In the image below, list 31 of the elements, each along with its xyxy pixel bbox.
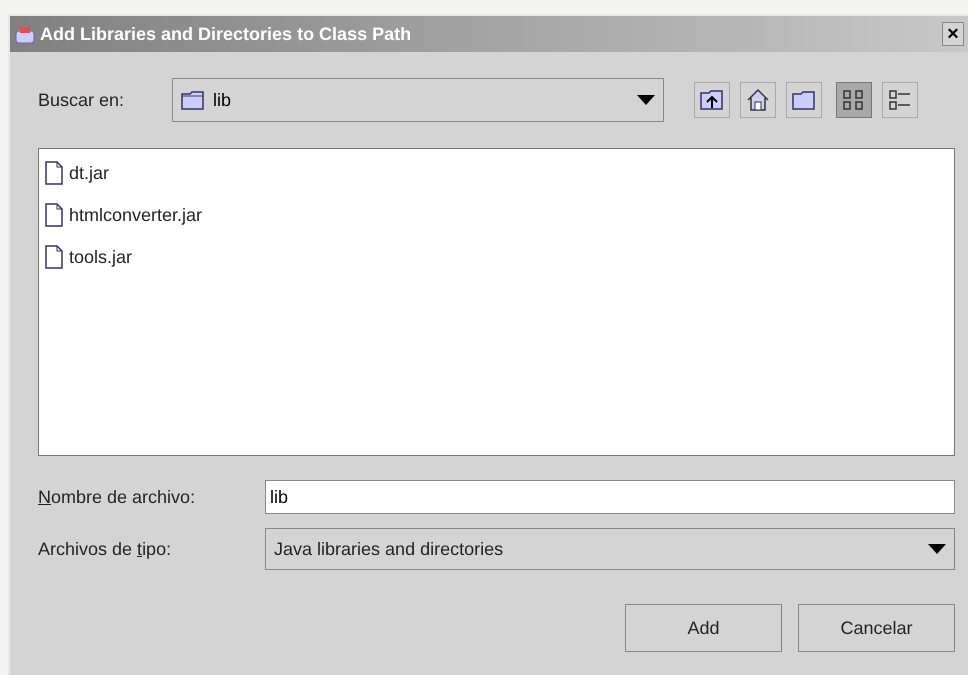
folder-up-icon [700,89,724,111]
file-item[interactable]: dt.jar [45,159,114,187]
file-icon [45,203,63,227]
file-type-label: Archivos de tipo: [38,538,172,561]
home-button[interactable] [740,82,776,118]
add-button[interactable]: Add [625,604,782,652]
caret-icon [637,95,655,105]
folder-icon [181,90,205,110]
close-button[interactable]: × [942,22,964,46]
file-icon [45,161,63,185]
app-icon [14,23,36,45]
file-icon [45,245,63,269]
folder-button[interactable] [786,82,822,118]
list-view-button[interactable] [836,82,872,118]
folder-name: lib [213,88,232,112]
details-view-icon [888,88,912,112]
folder-up-button[interactable] [694,82,730,118]
home-icon [746,88,770,112]
look-in-dropdown[interactable]: lib [172,78,664,122]
caret-icon [928,544,946,554]
window-title: Add Libraries and Directories to Class Path [40,22,412,46]
look-in-label: Buscar en: [38,88,126,112]
file-name-label: Nombre de archivo: [38,486,196,508]
cancel-button[interactable]: Cancelar [798,604,955,652]
file-item[interactable]: htmlconverter.jar [45,201,206,229]
folder-icon [792,90,816,110]
details-view-button[interactable] [882,82,918,118]
file-type-dropdown[interactable]: Java libraries and directories [265,528,955,570]
file-name-field[interactable]: lib [265,480,955,514]
file-item[interactable]: tools.jar [45,243,136,271]
list-view-icon [842,88,866,112]
